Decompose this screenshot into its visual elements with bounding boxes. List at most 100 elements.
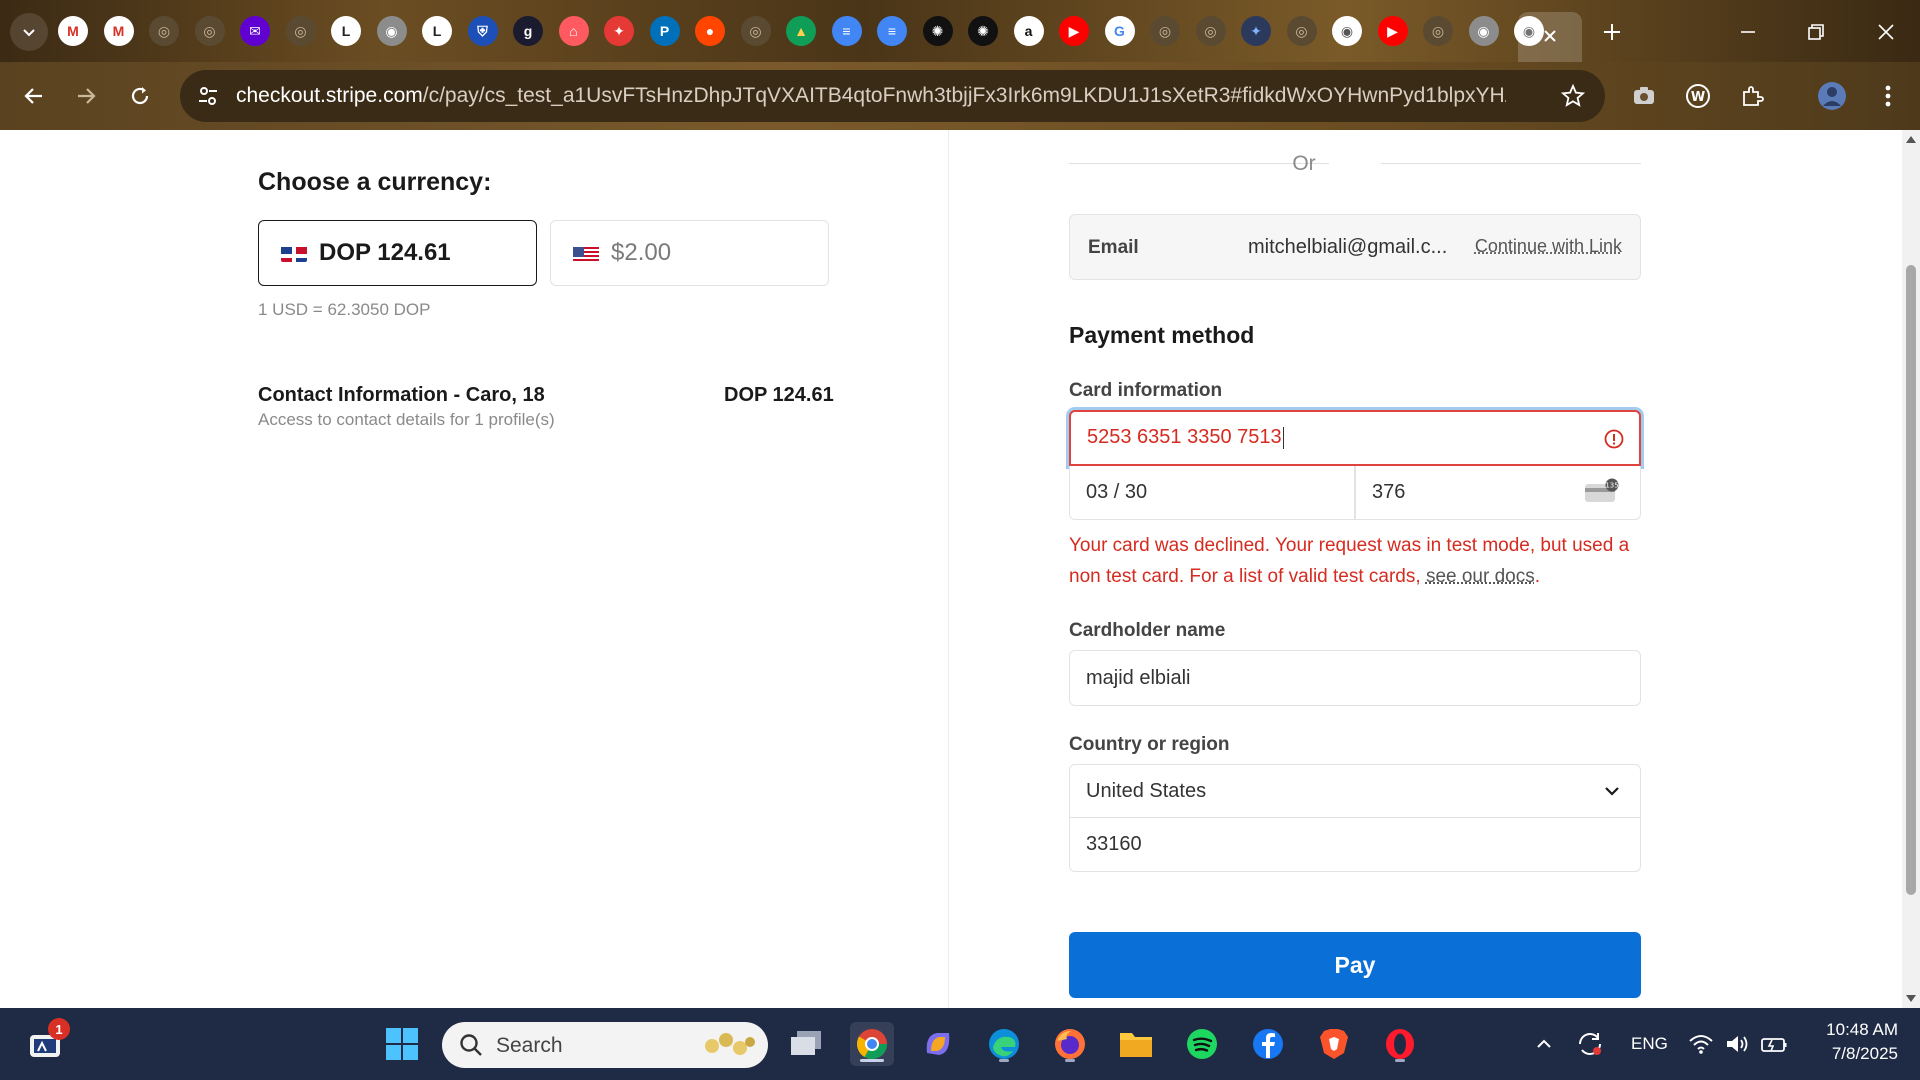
opera-taskbar-icon[interactable]: [1378, 1022, 1422, 1066]
file-explorer-taskbar-icon[interactable]: [1114, 1022, 1158, 1066]
task-view-button[interactable]: [784, 1022, 828, 1066]
docs-icon[interactable]: ≡: [831, 16, 862, 46]
minimize-button[interactable]: [1732, 16, 1764, 48]
cardholder-name-input[interactable]: majid elbiali: [1069, 650, 1641, 706]
close-window-button[interactable]: [1870, 16, 1902, 48]
profile-avatar[interactable]: [1814, 78, 1850, 114]
airbnb-icon[interactable]: ⌂: [558, 16, 589, 46]
paypal-icon[interactable]: P: [649, 16, 680, 46]
see-our-docs-link[interactable]: see our docs: [1426, 566, 1535, 587]
drive-icon[interactable]: ▲: [786, 16, 816, 46]
url-text[interactable]: checkout.stripe.com/c/pay/cs_test_a1UsvF…: [236, 84, 1506, 110]
camera-icon: [1634, 87, 1654, 104]
running-indicator: [999, 1059, 1009, 1062]
chrome-icon[interactable]: ◉: [1332, 16, 1362, 46]
camera-icon[interactable]: ◉: [1468, 16, 1499, 46]
grid-icon[interactable]: ✺: [968, 16, 998, 46]
email-field[interactable]: Email mitchelbiali@gmail.c... Continue w…: [1069, 214, 1641, 280]
site-info-button[interactable]: [194, 82, 222, 110]
clock-time[interactable]: 10:48 AM: [1812, 1020, 1898, 1040]
yahoo-mail-icon[interactable]: ✉: [240, 16, 270, 46]
brave-taskbar-icon[interactable]: [1312, 1022, 1356, 1066]
edge-taskbar-icon[interactable]: [982, 1022, 1026, 1066]
gmail-icon[interactable]: M: [58, 16, 88, 46]
wordtune-extension[interactable]: W: [1680, 78, 1716, 114]
l-icon[interactable]: L: [331, 16, 361, 46]
edge-icon: [989, 1029, 1019, 1059]
active-tab[interactable]: [1518, 12, 1582, 62]
g-icon[interactable]: g: [513, 16, 543, 46]
scroll-up-icon[interactable]: [1905, 134, 1917, 144]
extensions-button[interactable]: [1734, 78, 1770, 114]
facebook-taskbar-icon[interactable]: [1246, 1022, 1290, 1066]
widgets-button[interactable]: 1: [24, 1018, 70, 1066]
close-tab-button[interactable]: [1534, 20, 1566, 52]
show-hidden-icons-button[interactable]: [1522, 1022, 1566, 1066]
copilot-taskbar-icon[interactable]: [916, 1022, 960, 1066]
cvc-input[interactable]: 376 135: [1355, 466, 1641, 520]
google-icon[interactable]: G: [1104, 16, 1135, 46]
docs-icon[interactable]: ≡: [877, 16, 907, 46]
grid-icon[interactable]: ✺: [922, 16, 953, 46]
url-host: checkout.stripe.com: [236, 84, 423, 107]
star-icon: [1561, 84, 1585, 107]
card-number-input[interactable]: 5253 6351 3350 7513: [1069, 410, 1641, 466]
new-tab-button[interactable]: [1596, 16, 1628, 48]
quick-settings-button[interactable]: [1682, 1022, 1792, 1066]
scroll-down-icon[interactable]: [1905, 994, 1917, 1004]
tab-icon[interactable]: ◎: [740, 16, 771, 46]
chrome-taskbar-icon[interactable]: [850, 1022, 894, 1066]
tab-icon[interactable]: ◎: [194, 16, 225, 46]
reload-button[interactable]: [122, 78, 158, 114]
country-select[interactable]: United States: [1069, 764, 1641, 818]
firefox-taskbar-icon[interactable]: [1048, 1022, 1092, 1066]
close-icon: [1878, 24, 1894, 40]
bookmark-button[interactable]: [1559, 82, 1587, 110]
puzzle-icon: [1743, 86, 1764, 106]
tab-icon[interactable]: ◎: [1150, 16, 1180, 46]
expiry-input[interactable]: 03 / 30: [1069, 466, 1355, 520]
l-icon[interactable]: L: [422, 16, 452, 46]
restore-icon: [1808, 24, 1824, 40]
screenshot-extension[interactable]: [1626, 78, 1662, 114]
tab-icon[interactable]: ◎: [1286, 16, 1317, 46]
tab-icon[interactable]: ◎: [1195, 16, 1226, 46]
youtube-icon[interactable]: ▶: [1059, 16, 1089, 46]
currency-option-usd[interactable]: $2.00: [550, 220, 829, 286]
scroll-thumb[interactable]: [1906, 265, 1916, 895]
tab-search-button[interactable]: [10, 13, 48, 51]
gmail-icon[interactable]: M: [103, 16, 134, 46]
clock-date[interactable]: 7/8/2025: [1812, 1044, 1898, 1064]
camera-icon[interactable]: ◉: [376, 16, 407, 46]
cvc-value: 376: [1372, 481, 1406, 503]
tab-icon[interactable]: ◎: [285, 16, 316, 46]
restore-button[interactable]: [1800, 16, 1832, 48]
pay-button[interactable]: Pay: [1069, 932, 1641, 998]
address-bar[interactable]: checkout.stripe.com/c/pay/cs_test_a1UsvF…: [180, 70, 1605, 122]
youtube-icon[interactable]: ▶: [1377, 16, 1408, 46]
start-button[interactable]: [380, 1022, 424, 1066]
gift-icon[interactable]: ✦: [604, 16, 634, 46]
taskbar-search[interactable]: Search: [442, 1022, 768, 1068]
or-separator: Or: [1292, 152, 1316, 175]
sync-tray-icon[interactable]: [1568, 1022, 1612, 1066]
tab-icon[interactable]: ◎: [149, 16, 179, 46]
windows-taskbar: 1 Search ENG 10:48 AM 7/8/2025: [0, 1008, 1920, 1080]
tab-icon[interactable]: ◎: [1423, 16, 1453, 46]
spotify-taskbar-icon[interactable]: [1180, 1022, 1224, 1066]
reddit-icon[interactable]: ●: [695, 16, 725, 46]
forward-button[interactable]: [68, 78, 104, 114]
page-scrollbar[interactable]: [1902, 130, 1920, 1008]
continue-with-link[interactable]: Continue with Link: [1475, 236, 1622, 257]
zip-input[interactable]: 33160: [1069, 818, 1641, 872]
amazon-icon[interactable]: a: [1013, 16, 1044, 46]
divider-line: [1381, 163, 1641, 164]
shield-icon[interactable]: ⛨: [467, 16, 498, 46]
payment-pane: Or Email mitchelbiali@gmail.c... Continu…: [949, 130, 1902, 1008]
gemini-icon[interactable]: ✦: [1241, 16, 1271, 46]
back-button[interactable]: [16, 78, 52, 114]
browser-menu-button[interactable]: [1870, 78, 1906, 114]
line-item-title: Contact Information - Caro, 18: [258, 384, 545, 406]
currency-option-dop[interactable]: DOP 124.61: [258, 220, 537, 286]
language-indicator[interactable]: ENG: [1631, 1034, 1668, 1054]
